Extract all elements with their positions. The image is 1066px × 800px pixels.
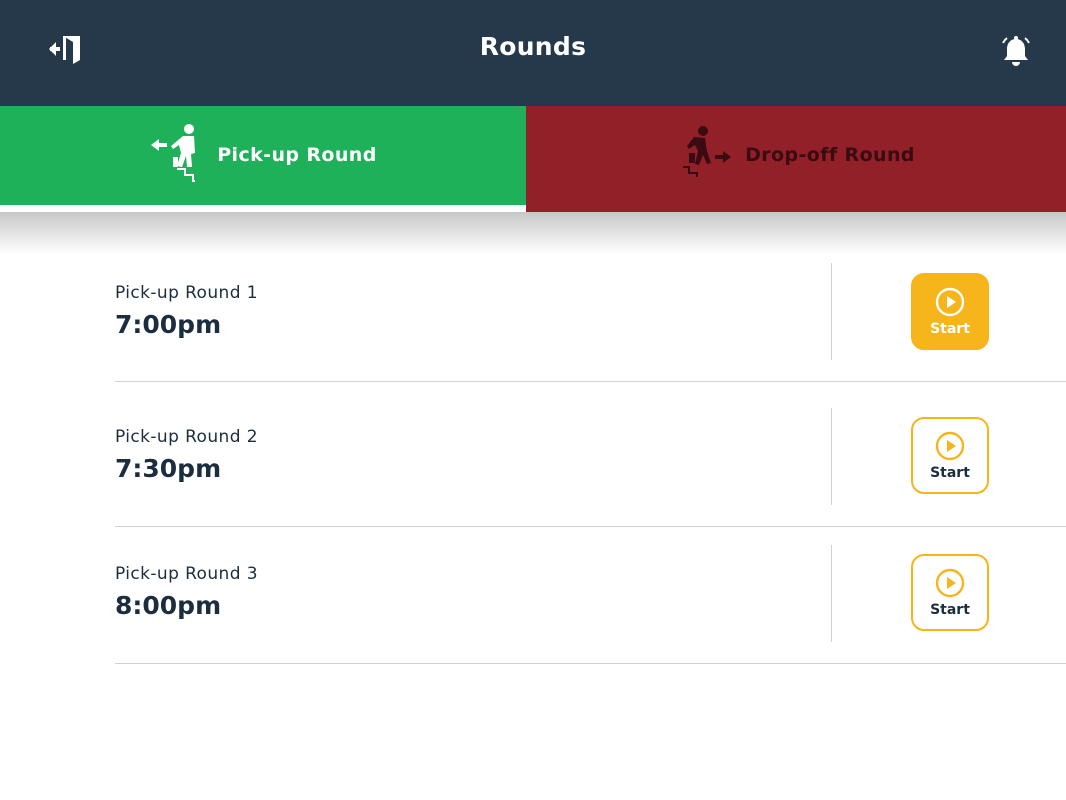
start-label: Start [930,320,970,337]
tab-pickup-round[interactable]: Pick-up Round [0,106,526,212]
start-button[interactable]: Start [911,554,989,631]
play-icon [935,287,965,316]
dropoff-person-icon [677,123,735,187]
notification-bell-icon[interactable] [998,34,1034,70]
list-item: Pick-up Round 1 7:00pm Start [115,236,1066,382]
play-icon [935,431,965,460]
row-divider [831,263,832,360]
tab-label-dropoff: Drop-off Round [745,144,915,166]
top-bar: Rounds [0,0,1066,106]
list-item: Pick-up Round 2 7:30pm Start [115,382,1066,527]
round-time: 7:30pm [115,454,222,483]
round-name: Pick-up Round 1 [115,283,258,303]
round-name: Pick-up Round 2 [115,427,258,447]
start-button[interactable]: Start [911,273,989,350]
play-icon [935,568,965,597]
row-divider [831,408,832,505]
start-label: Start [930,601,970,618]
tab-label-pickup: Pick-up Round [217,144,377,166]
round-time: 8:00pm [115,591,222,620]
start-label: Start [930,464,970,481]
row-divider [831,545,832,642]
tab-dropoff-round[interactable]: Drop-off Round [526,106,1066,212]
page-title: Rounds [479,32,587,61]
list-item: Pick-up Round 3 8:00pm Start [115,527,1066,664]
start-button[interactable]: Start [911,417,989,494]
round-time: 7:00pm [115,310,222,339]
pickup-person-icon [149,123,207,187]
round-name: Pick-up Round 3 [115,564,258,584]
round-type-tabs: Pick-up Round Drop-off Round [0,106,1066,212]
